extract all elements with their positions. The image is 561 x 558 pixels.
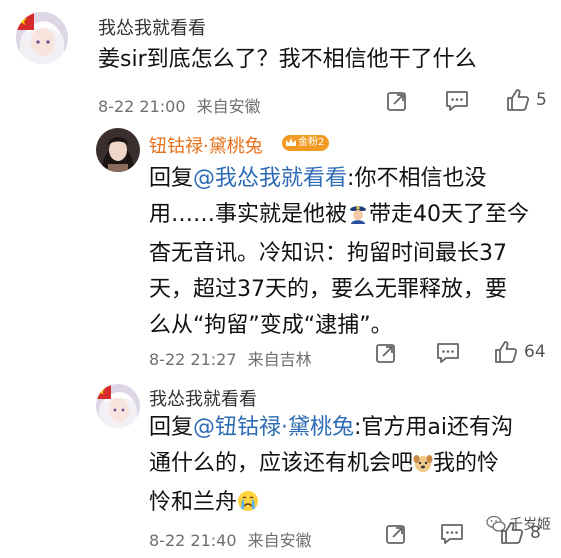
comment-text-line: 我的怜 [433,451,500,476]
comment-bubble-icon [437,343,459,363]
share-forward-icon [387,92,406,111]
comment-meta: 8-22 21:00 来自安徽 [98,93,261,117]
reply-prefix: 回复 [149,415,194,440]
like-count: 64 [524,342,546,362]
anime-girl-avatar-icon [96,384,140,428]
share-forward-icon [386,525,405,544]
comment-text: 姜sir到底怎么了？我不相信他干了什么 [98,42,477,78]
reply-button[interactable] [436,342,460,364]
thumbs-up-icon [495,341,518,363]
comment-text-line: :你不相信也没 [347,166,487,191]
avatar[interactable] [96,384,140,428]
forward-button[interactable] [385,523,407,545]
reply-prefix: 回复 [149,166,194,191]
comment-text-line: :官方用ai还有沟 [354,415,514,440]
comment-text-line: 带走40天了至今 [369,202,530,227]
comment-text: 回复@钮钴禄·黛桃兔:官方用ai还有沟 通什么的，应该还有机会吧 我的怜 怜和兰… [149,410,513,524]
like-button[interactable]: 64 [494,340,546,364]
comment-username[interactable]: 我怂我就看看 [149,385,257,411]
like-button[interactable]: 5 [506,88,547,112]
mention-link[interactable]: @我怂我就看看 [193,166,347,191]
comment-location: 来自安徽 [196,97,261,116]
watermark-text: 千岁姬 [509,517,551,533]
wechat-logo-icon [486,515,506,532]
fan-badge-label: 金粉2 [298,137,325,148]
thumbs-up-icon [507,89,530,111]
like-count: 5 [536,90,547,110]
mention-link[interactable]: @钮钴禄·黛桃兔 [193,415,354,440]
fan-badge: 金粉2 [282,135,330,151]
comment-bubble-icon [441,524,463,544]
comment-text-line: 姜sir到底怎么了？我不相信他干了什么 [98,47,477,72]
comment-location: 来自吉林 [247,350,312,369]
comment-meta: 8-22 21:40 来自安徽 [149,527,312,551]
dog-face-emoji [413,449,433,485]
comment-location: 来自安徽 [247,531,312,550]
share-forward-icon [376,344,395,363]
comment-username[interactable]: 钮钴禄·黛桃兔 [149,132,263,158]
comment-time: 8-22 21:27 [149,350,237,369]
crown-icon [286,138,296,146]
comment-bubble-icon [446,91,468,111]
comment-time: 8-22 21:00 [98,97,186,116]
comment-text-line: 么从“拘留”变成“逮捕”。 [149,313,393,338]
forward-button[interactable] [375,342,397,364]
anime-girl-avatar-icon [16,12,68,64]
forward-button[interactable] [386,90,408,112]
comment-text-line: 用……事实就是他被 [149,202,348,227]
avatar[interactable] [16,12,68,64]
comment-text-line: 杳无音讯。冷知识：拘留时间最长37 [149,241,507,266]
comment-text: 回复@我怂我就看看:你不相信也没 用……事实就是他被 带走40天了至今 杳无音讯… [149,161,529,344]
girl-photo-avatar-icon [96,128,140,172]
comment-text-line: 天，超过37天的，要么无罪释放，要 [149,277,507,302]
crying-face-emoji [237,488,259,524]
comment-text-line: 通什么的，应该还有机会吧 [149,451,414,476]
avatar[interactable] [96,128,140,172]
police-officer-emoji [347,200,369,236]
comment-username[interactable]: 我怂我就看看 [98,14,206,40]
comment-time: 8-22 21:40 [149,531,237,550]
comment-meta: 8-22 21:27 来自吉林 [149,346,312,370]
comment-text-line: 怜和兰舟 [149,490,238,515]
reply-button[interactable] [440,523,464,545]
watermark: 千岁姬 [486,514,551,534]
reply-button[interactable] [445,90,469,112]
